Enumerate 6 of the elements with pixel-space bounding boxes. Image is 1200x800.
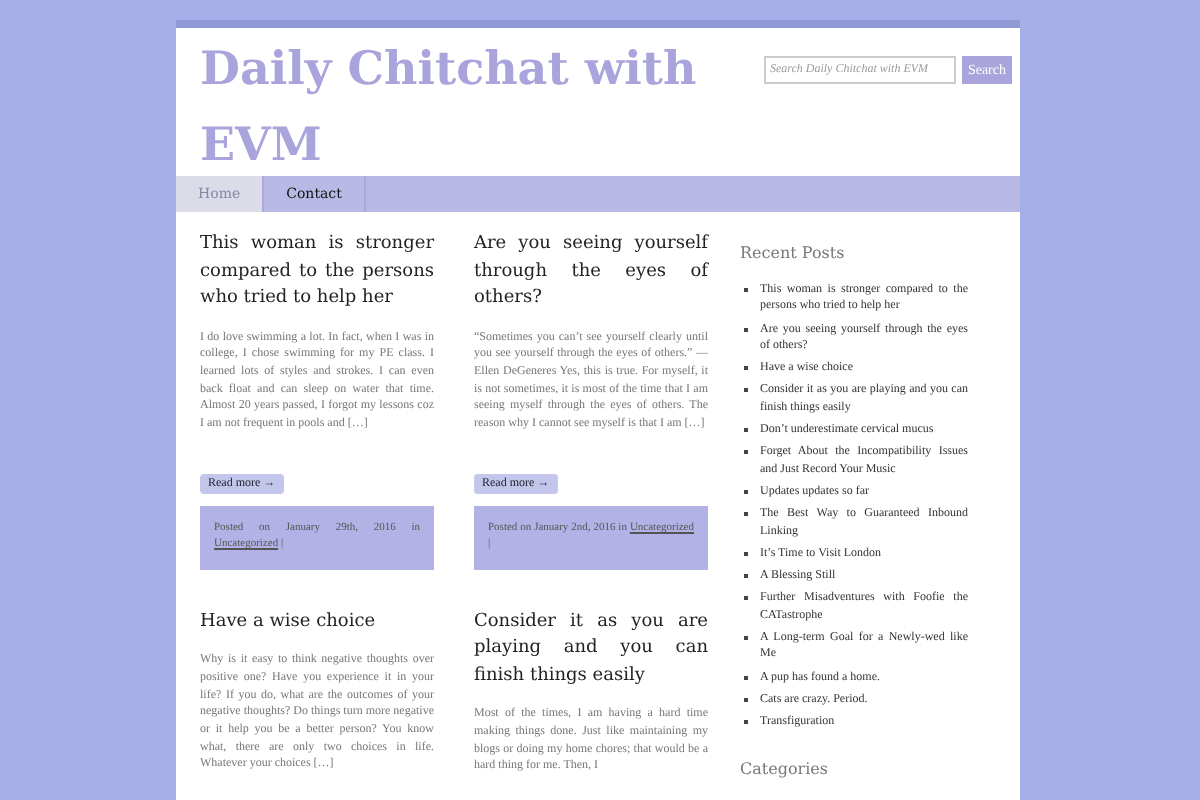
sidebar-heading: Categories — [740, 759, 830, 778]
post-title[interactable]: Consider it as you are playing and you can finish things easily — [474, 609, 708, 691]
post-title[interactable]: Are you seeing yourself through the eyes of others? — [474, 232, 708, 313]
sidebar-heading: Recent Posts — [740, 244, 847, 262]
post-title[interactable]: This woman is stronger compared to the persons who tried to help her — [200, 232, 434, 313]
post-title[interactable]: Have a wise choice — [200, 609, 376, 637]
